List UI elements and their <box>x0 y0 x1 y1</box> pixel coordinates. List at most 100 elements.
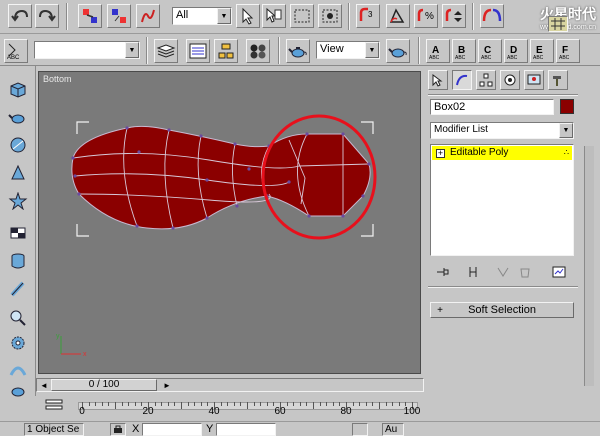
modifier-list-dropdown[interactable]: Modifier List ▼ <box>430 122 574 139</box>
track-tick <box>266 402 268 406</box>
x-coord-field[interactable] <box>142 423 202 436</box>
track-tick <box>313 402 314 409</box>
create-teapot-button[interactable] <box>6 106 30 128</box>
expand-icon[interactable]: + <box>436 148 445 158</box>
track-tick <box>233 402 235 406</box>
key-filter-icon <box>45 399 63 410</box>
time-slider[interactable]: ◄ 0 / 100 ► <box>36 378 424 392</box>
svg-text:%: % <box>425 11 434 22</box>
main-toolbar: All ▼ 3 % 火星时代 <box>0 0 600 34</box>
rectangular-selection-button[interactable] <box>290 4 314 28</box>
selection-filter-dropdown[interactable]: All ▼ <box>172 7 232 25</box>
create-teapot-small-button[interactable] <box>6 380 30 402</box>
cone-icon <box>11 164 25 180</box>
object-name-field[interactable]: Box02 <box>430 99 554 115</box>
time-slider-thumb[interactable]: 0 / 100 <box>51 379 157 391</box>
create-box-button[interactable] <box>6 78 30 100</box>
tab-modify[interactable] <box>452 70 472 90</box>
abc-tool-1-button[interactable]: A ABC <box>426 39 450 63</box>
y-coord-field[interactable] <box>216 423 276 436</box>
tab-motion[interactable] <box>500 70 520 90</box>
bottom-viewport[interactable]: Bottom y x <box>38 71 421 374</box>
snap-toggle-button[interactable]: 3 <box>356 4 380 28</box>
create-sphere-button[interactable] <box>6 134 30 156</box>
toolbar-separator <box>66 3 68 30</box>
create-cone-button[interactable] <box>6 162 30 184</box>
svg-text:ABC: ABC <box>507 55 518 60</box>
lock-selection-button[interactable] <box>110 423 126 436</box>
layers-button[interactable] <box>154 39 178 63</box>
undo-button[interactable] <box>8 4 32 28</box>
modifier-list-label: Modifier List <box>434 124 488 135</box>
tab-utilities[interactable] <box>548 70 568 90</box>
create-particle-button[interactable] <box>6 358 30 380</box>
tab-create[interactable] <box>428 70 448 90</box>
create-helper-button[interactable] <box>6 332 30 354</box>
soft-selection-rollout[interactable]: + Soft Selection <box>430 302 574 318</box>
angle-snap-icon <box>389 8 405 23</box>
reference-coord-dropdown[interactable]: View ▼ <box>316 41 380 59</box>
toolbar-separator <box>472 3 474 30</box>
abc-tool-6-button[interactable]: F ABC <box>556 39 580 63</box>
mirror-button[interactable] <box>480 4 504 28</box>
pin-stack-button[interactable] <box>434 264 452 280</box>
track-tick-label: 0 <box>79 406 85 417</box>
stack-item-editable-poly[interactable]: + Editable Poly ∴ <box>432 146 572 160</box>
angle-snap-button[interactable] <box>386 4 410 28</box>
bind-space-warp-button[interactable] <box>136 4 160 28</box>
track-bar-menu-button[interactable] <box>44 397 64 413</box>
track-tick <box>379 402 380 409</box>
create-camera-button[interactable] <box>6 306 30 328</box>
grid-toggle-button[interactable] <box>548 16 568 32</box>
select-by-name-button[interactable] <box>262 4 286 28</box>
render-scene-button[interactable] <box>286 39 310 63</box>
window-crossing-button[interactable] <box>318 4 342 28</box>
track-tick <box>240 402 242 406</box>
create-star-button[interactable] <box>6 190 30 212</box>
quick-render-button[interactable] <box>386 39 410 63</box>
curve-editor-button[interactable] <box>186 39 210 63</box>
named-sets-button[interactable]: ABC <box>4 39 28 63</box>
unlink-button[interactable] <box>107 4 131 28</box>
chevron-down-icon: ▼ <box>559 123 573 138</box>
select-and-link-button[interactable] <box>78 4 102 28</box>
select-object-button[interactable] <box>236 4 260 28</box>
redo-button[interactable] <box>35 4 59 28</box>
object-color-swatch[interactable] <box>560 99 574 114</box>
abc-tool-3-button[interactable]: C ABC <box>478 39 502 63</box>
panel-scrollbar[interactable] <box>584 146 594 386</box>
spinner-snap-button[interactable] <box>442 4 466 28</box>
tab-display[interactable] <box>524 70 544 90</box>
track-bar[interactable]: 0 20 40 60 80 100 <box>36 394 424 418</box>
make-unique-button[interactable] <box>494 264 512 280</box>
create-tube-button[interactable] <box>6 278 30 300</box>
track-tick <box>101 402 103 406</box>
named-selection-dropdown[interactable]: ▼ <box>34 41 140 59</box>
previous-frame-arrow[interactable]: ◄ <box>38 379 50 391</box>
tab-hierarchy[interactable] <box>476 70 496 90</box>
track-tick <box>398 402 400 406</box>
grid-status-button[interactable] <box>352 423 368 436</box>
configure-icon <box>552 266 566 278</box>
next-frame-arrow[interactable]: ► <box>161 379 173 391</box>
abc-tool-4-button[interactable]: D ABC <box>504 39 528 63</box>
auto-key-button[interactable]: Au <box>382 423 404 436</box>
schematic-view-button[interactable] <box>214 39 238 63</box>
create-cursor-icon <box>432 74 443 87</box>
remove-modifier-button[interactable] <box>516 264 534 280</box>
configure-modifier-sets-button[interactable] <box>550 264 568 280</box>
track-tick <box>293 402 295 406</box>
create-cylinder-button[interactable] <box>6 250 30 272</box>
percent-snap-button[interactable]: % <box>414 4 438 28</box>
text-tool-icon: AABC <box>429 45 440 60</box>
abc-tool-2-button[interactable]: B ABC <box>452 39 476 63</box>
show-end-result-button[interactable] <box>464 264 482 280</box>
mesh-object[interactable] <box>71 125 371 230</box>
track-tick <box>385 402 387 406</box>
sphere-icon <box>10 137 26 153</box>
create-plane-button[interactable] <box>6 222 30 244</box>
checker-plane-icon <box>10 227 26 239</box>
abc-tool-5-button[interactable]: E ABC <box>530 39 554 63</box>
material-editor-button[interactable] <box>246 39 270 63</box>
particle-icon <box>9 366 27 376</box>
